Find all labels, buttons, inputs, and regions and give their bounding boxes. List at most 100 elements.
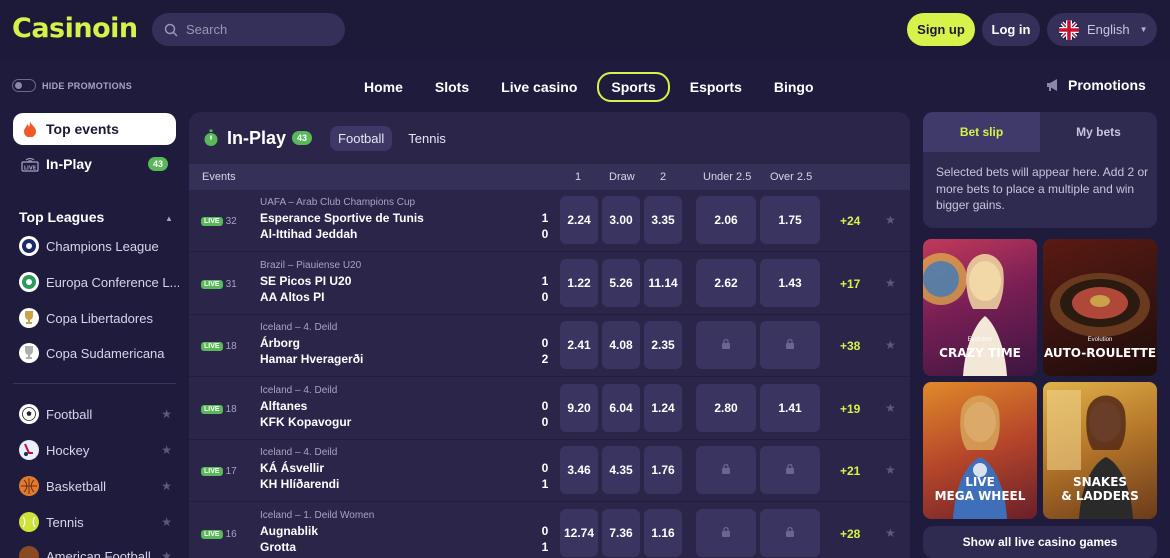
odd-away-button[interactable]: 1.76 [644,446,682,494]
home-team[interactable]: KÁ Ásvellir [260,461,324,475]
odd-home-button[interactable]: 1.22 [560,258,598,307]
home-team[interactable]: Augnablik [260,524,318,538]
table-row[interactable]: LIVE 32 UAFA – Arab Club Champions Cup Espe… [189,190,910,252]
live-badge: LIVE [201,217,223,226]
odd-away-button[interactable]: 2.35 [644,321,682,369]
game-tile-snakes-ladders[interactable]: SNAKES & LADDERS [1043,382,1157,519]
odd-home-button[interactable]: 2.24 [560,196,598,244]
odd-draw-button[interactable]: 7.36 [602,508,640,557]
signup-button[interactable]: Sign up [907,13,975,46]
league-europa-conference[interactable]: Europa Conference L... [19,272,179,292]
nav-sports[interactable]: Sports [597,72,670,102]
favorite-star-icon[interactable]: ★ [885,401,896,415]
sidebar-item-basketball[interactable]: Basketball ★ [19,476,172,496]
stopwatch-icon [204,129,218,146]
more-markets-link[interactable]: +19 [840,402,860,416]
favorite-star-icon[interactable]: ★ [161,443,172,457]
odd-home-button[interactable]: 2.41 [560,321,598,369]
more-markets-link[interactable]: +21 [840,464,860,478]
login-button[interactable]: Log in [982,13,1040,46]
odd-home-button[interactable]: 9.20 [560,383,598,432]
casinoin-logo[interactable]: Casinoin [12,13,138,44]
league-champions-league[interactable]: Champions League [19,236,179,256]
more-markets-link[interactable]: +17 [840,277,860,291]
league-copa-sudamericana[interactable]: Copa Sudamericana [19,343,179,363]
away-team[interactable]: KFK Kopavogur [260,415,351,429]
away-team[interactable]: Hamar Hveragerði [260,352,363,366]
table-row[interactable]: LIVE 31 Brazil – Piauiense U20 SE Picos PI … [189,253,910,315]
odd-over-button [760,446,820,494]
sidebar-item-hockey[interactable]: Hockey ★ [19,440,172,460]
nav-slots[interactable]: Slots [423,74,481,100]
table-row[interactable]: LIVE 18 Iceland – 4. Deild Alftanes KFK Kopa… [189,378,910,440]
tab-bet-slip[interactable]: Bet slip [923,112,1040,152]
favorite-star-icon[interactable]: ★ [885,213,896,227]
tab-my-bets[interactable]: My bets [1040,112,1157,152]
odd-away-button[interactable]: 3.35 [644,196,682,244]
odd-draw-button[interactable]: 5.26 [602,258,640,307]
favorite-star-icon[interactable]: ★ [161,549,172,558]
odd-over-button[interactable]: 1.43 [760,258,820,307]
chevron-down-icon: ▼ [1139,25,1148,34]
odd-away-button[interactable]: 11.14 [644,258,682,307]
away-team[interactable]: KH Hlíðarendi [260,477,339,491]
away-team[interactable]: AA Altos PI [260,290,324,304]
show-all-live-casino-button[interactable]: Show all live casino games [923,526,1157,558]
more-markets-link[interactable]: +24 [840,214,860,228]
game-tile-mega-wheel[interactable]: LIVE MEGA WHEEL [923,382,1037,519]
sidebar-item-tennis[interactable]: Tennis ★ [19,512,172,532]
home-team[interactable]: Alftanes [260,399,307,413]
odd-under-button[interactable]: 2.80 [696,383,756,432]
hide-promotions-toggle[interactable]: HIDE PROMOTIONS [12,79,132,92]
league-copa-libertadores[interactable]: Copa Libertadores [19,308,179,328]
home-team[interactable]: SE Picos PI U20 [260,274,351,288]
favorite-star-icon[interactable]: ★ [885,463,896,477]
favorite-star-icon[interactable]: ★ [161,515,172,529]
favorite-star-icon[interactable]: ★ [161,407,172,421]
search-input[interactable]: Search [152,13,345,46]
odd-under-button[interactable]: 2.06 [696,196,756,244]
home-team[interactable]: Esperance Sportive de Tunis [260,211,424,225]
sidebar-item-in-play[interactable]: LIVE In-Play 43 [13,148,176,180]
odd-home-button[interactable]: 12.74 [560,508,598,557]
home-team[interactable]: Árborg [260,336,300,350]
tab-tennis[interactable]: Tennis [400,126,454,151]
odd-away-button[interactable]: 1.24 [644,383,682,432]
away-team[interactable]: Grotta [260,540,296,554]
sidebar-item-american-football[interactable]: American Football ★ [19,546,172,558]
odd-draw-button[interactable]: 4.08 [602,321,640,369]
table-row[interactable]: LIVE 17 Iceland – 4. Deild KÁ Ásvellir KH Hl… [189,440,910,502]
language-selector[interactable]: English ▼ [1047,13,1157,46]
game-tile-crazy-time[interactable]: Evolution CRAZY TIME [923,239,1037,376]
game-tile-auto-roulette[interactable]: Evolution AUTO-ROULETTE [1043,239,1157,376]
chevron-up-icon[interactable]: ▲ [165,214,173,223]
odd-over-button[interactable]: 1.41 [760,383,820,432]
nav-bingo[interactable]: Bingo [762,74,826,100]
nav-home[interactable]: Home [352,74,415,100]
away-team[interactable]: Al-Ittihad Jeddah [260,227,357,241]
odd-draw-button[interactable]: 4.35 [602,446,640,494]
home-score: 0 [541,336,549,350]
favorite-star-icon[interactable]: ★ [885,526,896,540]
tab-football[interactable]: Football [330,125,393,151]
toggle-switch-icon[interactable] [12,79,36,92]
table-row[interactable]: LIVE 18 Iceland – 4. Deild Árborg Hamar Hver… [189,315,910,377]
table-row[interactable]: LIVE 16 Iceland – 1. Deild Women Augnablik G… [189,503,910,558]
promotions-link[interactable]: Promotions [1046,77,1146,93]
odd-over-button[interactable]: 1.75 [760,196,820,244]
favorite-star-icon[interactable]: ★ [885,276,896,290]
favorite-star-icon[interactable]: ★ [885,338,896,352]
odd-under-button[interactable]: 2.62 [696,258,756,307]
favorite-star-icon[interactable]: ★ [161,479,172,493]
nav-live-casino[interactable]: Live casino [489,74,589,100]
sidebar-item-football[interactable]: Football ★ [19,404,172,424]
away-score: 0 [541,414,549,429]
odd-draw-button[interactable]: 3.00 [602,196,640,244]
nav-esports[interactable]: Esports [678,74,754,100]
odd-home-button[interactable]: 3.46 [560,446,598,494]
odd-away-button[interactable]: 1.16 [644,508,682,557]
odd-draw-button[interactable]: 6.04 [602,383,640,432]
more-markets-link[interactable]: +38 [840,339,860,353]
more-markets-link[interactable]: +28 [840,527,860,541]
sidebar-item-top-events[interactable]: Top events [13,113,176,145]
